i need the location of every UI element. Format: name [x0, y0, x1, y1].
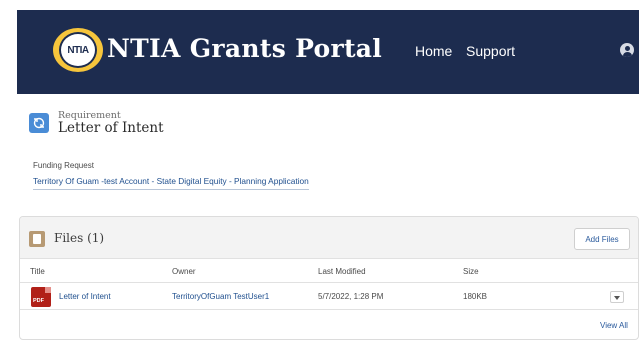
pdf-icon-label: PDF	[33, 298, 44, 304]
column-header-owner[interactable]: Owner	[172, 267, 196, 276]
user-avatar-icon[interactable]	[620, 43, 634, 57]
file-title-link[interactable]: Letter of Intent	[59, 292, 111, 301]
funding-request-link[interactable]: Territory Of Guam -test Account - State …	[33, 176, 309, 190]
view-all-link[interactable]: View All	[600, 321, 628, 330]
file-owner-link[interactable]: TerritoryOfGuam TestUser1	[172, 292, 269, 301]
file-size: 180KB	[463, 292, 488, 301]
files-card: Files (1) Add Files Title Owner Last Mod…	[19, 216, 639, 340]
files-card-header: Files (1) Add Files	[20, 217, 638, 259]
column-header-last-modified[interactable]: Last Modified	[318, 267, 366, 276]
row-actions-dropdown[interactable]	[610, 291, 624, 303]
table-header-divider	[20, 282, 638, 283]
column-header-size[interactable]: Size	[463, 267, 479, 276]
record-title: Letter of Intent	[58, 120, 164, 136]
portal-header: NTIA NTIA Grants Portal Home Support	[17, 10, 639, 94]
column-header-title[interactable]: Title	[30, 267, 45, 276]
files-icon	[29, 231, 45, 247]
add-files-button[interactable]: Add Files	[574, 228, 630, 250]
pdf-file-icon: PDF	[31, 287, 51, 307]
ntia-logo-seal: NTIA	[59, 32, 97, 68]
ntia-logo-text: NTIA	[67, 44, 89, 56]
funding-request-label: Funding Request	[33, 161, 94, 170]
files-title[interactable]: Files (1)	[54, 231, 104, 245]
file-last-modified: 5/7/2022, 1:28 PM	[318, 292, 384, 301]
nav-support[interactable]: Support	[466, 43, 515, 59]
portal-title: NTIA Grants Portal	[107, 34, 383, 63]
requirement-icon	[29, 113, 49, 133]
ntia-logo[interactable]: NTIA	[53, 28, 103, 72]
table-row-divider	[20, 309, 638, 310]
nav-home[interactable]: Home	[415, 43, 452, 59]
